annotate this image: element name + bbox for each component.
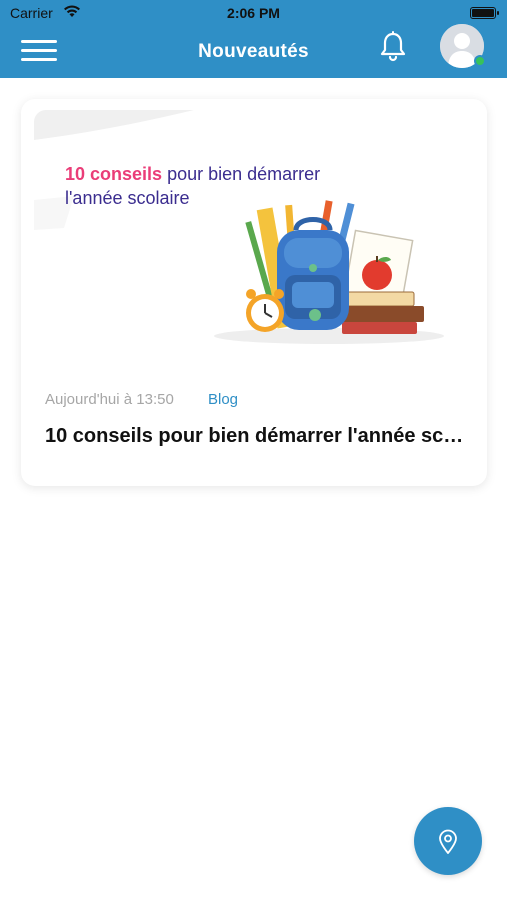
image-headline-rest: pour bien démarrer [162, 164, 321, 184]
online-status-dot [474, 55, 486, 67]
bell-icon [380, 31, 406, 62]
status-bar: Carrier 2:06 PM [0, 0, 507, 26]
location-pin-icon [439, 829, 457, 854]
news-card[interactable]: 10 conseils pour bien démarrer l'année s… [21, 99, 487, 486]
image-headline-line2: l'année scolaire [65, 188, 190, 208]
status-time: 2:06 PM [227, 5, 280, 21]
card-category-link[interactable]: Blog [208, 391, 238, 408]
image-headline: 10 conseils pour bien démarrer l'année s… [65, 162, 320, 210]
notifications-button[interactable] [378, 30, 408, 62]
image-headline-accent: 10 conseils [65, 164, 163, 184]
school-supplies-illustration [34, 110, 444, 344]
battery-icon [470, 7, 499, 19]
app-header: Carrier 2:06 PM Nouveautés [0, 0, 507, 78]
card-image: 10 conseils pour bien démarrer l'année s… [34, 110, 474, 362]
card-timestamp: Aujourd'hui à 13:50 [45, 391, 174, 408]
page-title: Nouveautés [198, 41, 309, 62]
location-fab-button[interactable] [414, 807, 482, 875]
card-title[interactable]: 10 conseils pour bien démarrer l'année s… [45, 425, 465, 448]
